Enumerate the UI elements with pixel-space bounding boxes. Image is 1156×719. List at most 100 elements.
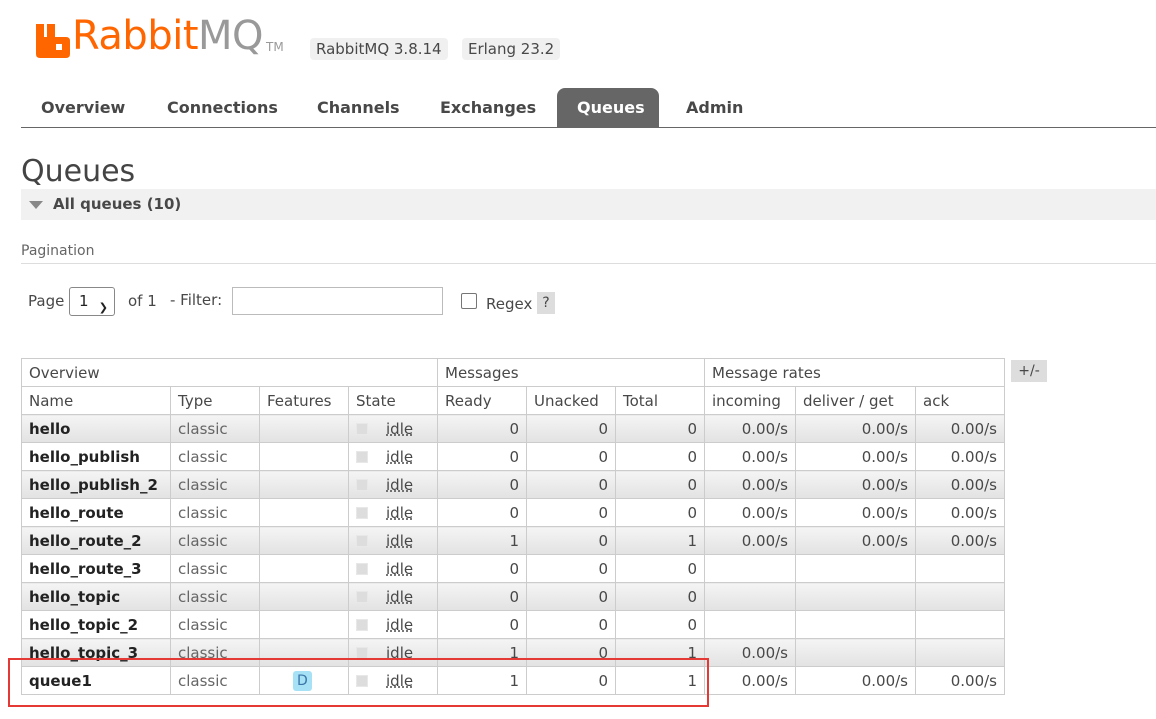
queue-state-text: idle [386,503,414,522]
queue-unacked: 0 [526,666,616,695]
regex-help-button[interactable]: ? [537,292,555,314]
tab-admin[interactable]: Admin [666,88,763,127]
queue-rate-deliver-get: 0.00/s [795,526,916,555]
page-select[interactable]: 1 ❯ [69,287,115,316]
filter-input[interactable] [232,287,443,315]
chevron-down-icon: ❯ [98,301,108,314]
queue-total: 0 [615,470,705,499]
column-header-name[interactable]: Name [21,386,171,415]
queue-rate-incoming [704,582,796,611]
regex-checkbox[interactable] [461,293,477,309]
queue-state-text: idle [386,419,414,438]
queue-unacked: 0 [526,610,616,639]
regex-label: Regex [486,295,533,313]
column-header-ready[interactable]: Ready [437,386,527,415]
queue-rate-ack [915,582,1005,611]
queue-state: idle [348,638,438,667]
queue-name-link[interactable]: queue1 [21,666,171,695]
page-select-value: 1 [79,292,89,310]
queue-total: 0 [615,442,705,471]
queue-rate-incoming [704,610,796,639]
queue-state: idle [348,526,438,555]
queue-type: classic [170,526,260,555]
state-indicator-icon [356,506,368,519]
table-row: hello_route_2 classic idle 1 0 1 0.00/s 0.00/s 0… [21,526,1005,555]
queue-ready: 0 [437,610,527,639]
all-queues-section-toggle[interactable]: All queues (10) [21,189,1156,220]
queue-name-link[interactable]: hello_publish_2 [21,470,171,499]
toggle-columns-button[interactable]: +/- [1011,360,1047,382]
queue-rate-ack: 0.00/s [915,442,1005,471]
queue-name-link[interactable]: hello_topic [21,582,171,611]
tab-queues[interactable]: Queues [557,88,659,127]
table-row: hello_publish_2 classic idle 0 0 0 0.00/s 0.00/… [21,470,1005,499]
group-header-message-rates: Message rates [704,358,1005,387]
state-indicator-icon [356,450,368,463]
queue-total: 1 [615,526,705,555]
queue-features: D [259,666,349,695]
column-header-features: Features [259,386,349,415]
queue-rate-incoming: 0.00/s [704,526,796,555]
column-header-incoming[interactable]: incoming [704,386,796,415]
state-indicator-icon [356,674,368,687]
queue-rate-incoming: 0.00/s [704,498,796,527]
queue-state: idle [348,470,438,499]
queue-name-link[interactable]: hello_route_2 [21,526,171,555]
queue-type: classic [170,638,260,667]
queues-table: Overview Messages Message rates Name Typ… [21,358,1005,695]
queue-name-link[interactable]: hello_route [21,498,171,527]
queue-state-text: idle [386,475,414,494]
logo-trademark: TM [266,40,284,54]
queue-name-link[interactable]: hello_publish [21,442,171,471]
queue-rate-incoming [704,554,796,583]
queue-rate-deliver-get: 0.00/s [795,442,916,471]
rabbitmq-logo[interactable]: RabbitMQ TM [36,14,284,58]
group-header-overview: Overview [21,358,438,387]
queue-state-text: idle [386,447,414,466]
tab-channels[interactable]: Channels [297,88,420,127]
queue-features [259,414,349,443]
column-header-unacked[interactable]: Unacked [526,386,616,415]
queue-state: idle [348,442,438,471]
queue-unacked: 0 [526,638,616,667]
state-indicator-icon [356,618,368,631]
queue-features [259,442,349,471]
queue-type: classic [170,666,260,695]
queue-name-link[interactable]: hello_topic_3 [21,638,171,667]
queue-state: idle [348,610,438,639]
column-header-total[interactable]: Total [615,386,705,415]
state-indicator-icon [356,422,368,435]
tab-overview[interactable]: Overview [21,88,145,127]
column-header-ack[interactable]: ack [915,386,1005,415]
queue-total: 1 [615,638,705,667]
queue-unacked: 0 [526,442,616,471]
queue-unacked: 0 [526,414,616,443]
queue-features [259,498,349,527]
page-of-label: of 1 [128,292,157,310]
column-header-type[interactable]: Type [170,386,260,415]
queue-total: 0 [615,498,705,527]
filter-label: - Filter: [170,291,223,309]
queue-ready: 0 [437,442,527,471]
state-indicator-icon [356,646,368,659]
table-row: hello_topic classic idle 0 0 0 [21,582,1005,611]
queue-name-link[interactable]: hello [21,414,171,443]
state-indicator-icon [356,562,368,575]
queue-state: idle [348,582,438,611]
tab-connections[interactable]: Connections [147,88,298,127]
queue-unacked: 0 [526,582,616,611]
queue-name-link[interactable]: hello_route_3 [21,554,171,583]
tab-exchanges[interactable]: Exchanges [420,88,556,127]
column-header-state[interactable]: State [348,386,438,415]
queue-rate-incoming: 0.00/s [704,414,796,443]
queue-ready: 0 [437,414,527,443]
queue-unacked: 0 [526,498,616,527]
queue-ready: 0 [437,498,527,527]
queue-state-text: idle [386,671,414,690]
queue-rate-deliver-get [795,610,916,639]
queue-name-link[interactable]: hello_topic_2 [21,610,171,639]
column-header-deliver-get[interactable]: deliver / get [795,386,916,415]
table-row: hello_topic_3 classic idle 1 0 1 0.00/s [21,638,1005,667]
queue-state-text: idle [386,587,414,606]
queue-ready: 1 [437,666,527,695]
